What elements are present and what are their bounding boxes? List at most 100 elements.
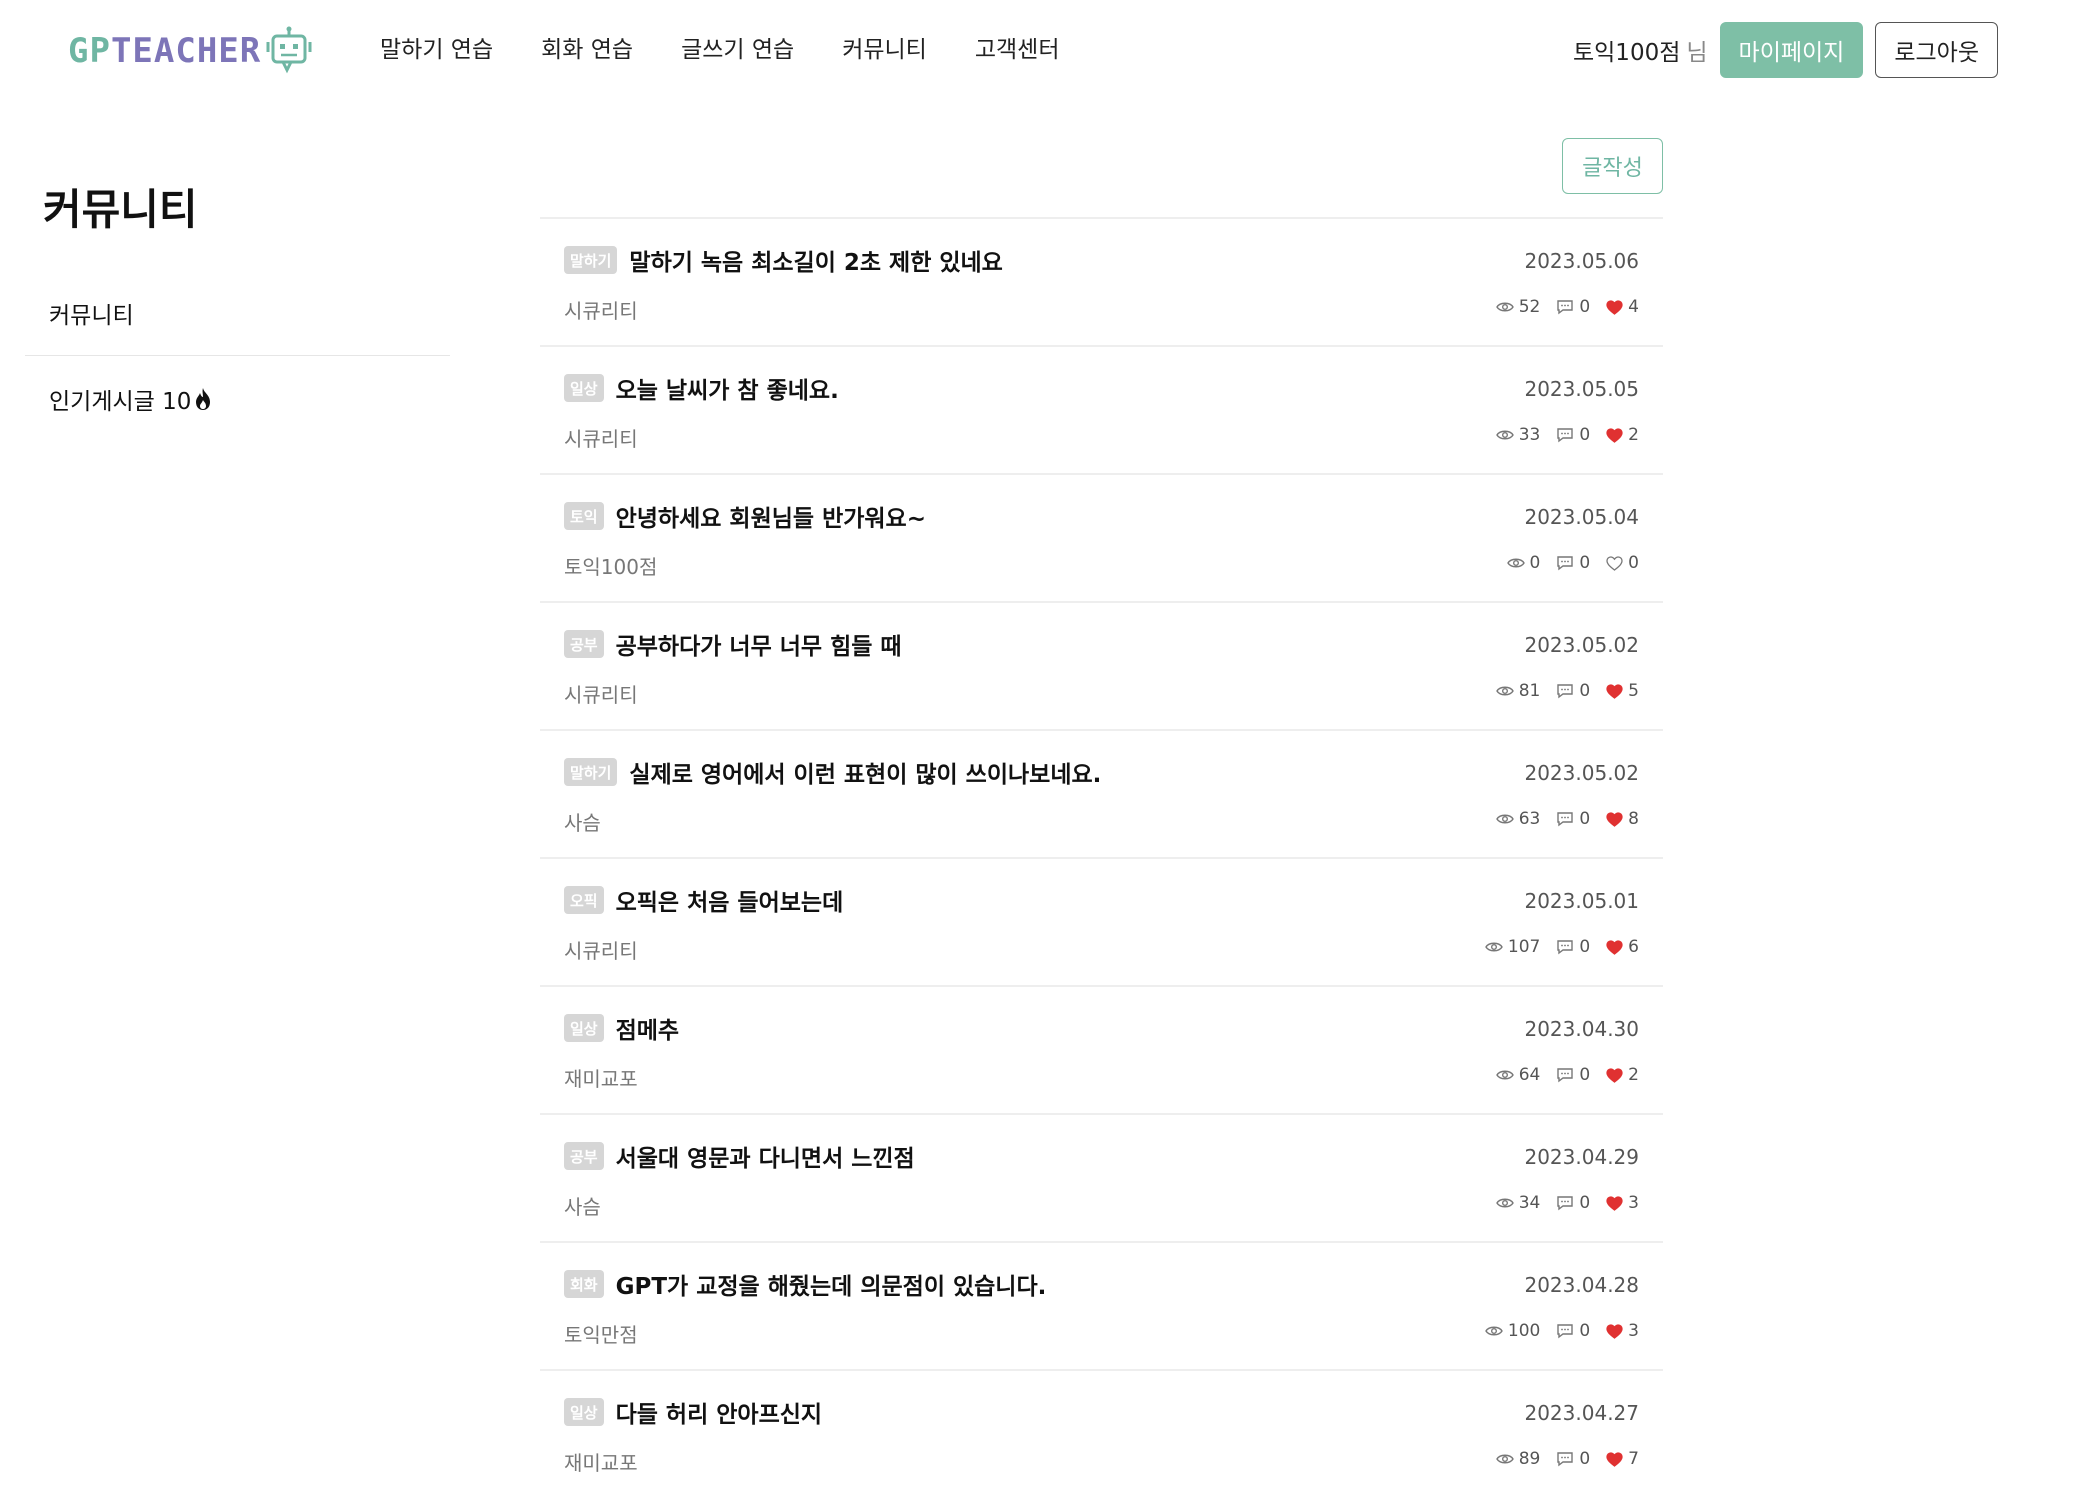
logout-button[interactable]: 로그아웃 bbox=[1875, 22, 1998, 78]
comment-count: 0 bbox=[1556, 425, 1590, 445]
post-title[interactable]: 안녕하세요 회원님들 반가워요~ bbox=[616, 499, 926, 533]
post-title[interactable]: 실제로 영어에서 이런 표현이 많이 쓰이나보네요. bbox=[629, 755, 1101, 789]
post-author: 시큐리티 bbox=[564, 299, 638, 323]
view-count-value: 107 bbox=[1507, 937, 1541, 957]
view-count: 52 bbox=[1495, 297, 1540, 317]
post-author: 재미교포 bbox=[564, 1067, 638, 1091]
comment-count: 0 bbox=[1556, 1193, 1590, 1213]
post-row[interactable]: 공부 서울대 영문과 다니면서 느낀점 2023.04.29 사슴 34 0 3 bbox=[540, 1115, 1663, 1243]
eye-icon bbox=[1495, 1454, 1514, 1464]
post-stats: 0 0 0 bbox=[1491, 553, 1639, 573]
view-count-value: 89 bbox=[1518, 1449, 1541, 1469]
comment-count-value: 0 bbox=[1579, 937, 1591, 957]
comment-count: 0 bbox=[1556, 553, 1590, 573]
post-date: 2023.04.28 bbox=[1524, 1273, 1639, 1297]
like-count[interactable]: 7 bbox=[1606, 1449, 1639, 1469]
sidebar-item-community[interactable]: 커뮤니티 bbox=[25, 270, 450, 356]
like-count-value: 8 bbox=[1628, 809, 1639, 829]
view-count: 33 bbox=[1495, 425, 1541, 445]
post-title[interactable]: 공부하다가 너무 너무 힘들 때 bbox=[616, 627, 902, 661]
comment-icon bbox=[1557, 940, 1574, 955]
post-date: 2023.05.06 bbox=[1524, 249, 1639, 273]
comment-count-value: 0 bbox=[1579, 297, 1591, 317]
view-count-value: 63 bbox=[1518, 809, 1541, 829]
like-count-value: 6 bbox=[1628, 937, 1639, 957]
like-count[interactable]: 6 bbox=[1606, 937, 1639, 957]
nav-conversation-practice[interactable]: 회화 연습 bbox=[541, 30, 633, 70]
user-suffix: 님 bbox=[1686, 40, 1708, 66]
post-title[interactable]: 말하기 녹음 최소길이 2초 제한 있네요 bbox=[629, 243, 1002, 277]
like-count[interactable]: 3 bbox=[1606, 1321, 1639, 1341]
post-title[interactable]: 오늘 날씨가 참 좋네요. bbox=[616, 371, 839, 405]
eye-icon bbox=[1485, 942, 1503, 952]
like-count[interactable]: 8 bbox=[1606, 809, 1639, 829]
like-count-value: 2 bbox=[1628, 425, 1639, 445]
post-stats: 33 0 2 bbox=[1480, 425, 1639, 445]
post-header: 일상 점메추 bbox=[564, 1011, 679, 1045]
main-nav: 말하기 연습 회화 연습 글쓰기 연습 커뮤니티 고객센터 bbox=[380, 30, 1107, 70]
comment-count-value: 0 bbox=[1579, 553, 1591, 573]
like-count[interactable]: 5 bbox=[1606, 681, 1639, 701]
post-row[interactable]: 토익 안녕하세요 회원님들 반가워요~ 2023.05.04 토익100점 0 bbox=[540, 475, 1663, 603]
post-stats: 89 0 7 bbox=[1480, 1449, 1639, 1469]
post-title[interactable]: 서울대 영문과 다니면서 느낀점 bbox=[616, 1139, 915, 1173]
nav-writing-practice[interactable]: 글쓰기 연습 bbox=[681, 30, 794, 70]
post-author: 사슴 bbox=[564, 1195, 601, 1219]
eye-icon bbox=[1495, 1198, 1514, 1208]
post-title[interactable]: 오픽은 처음 들어보는데 bbox=[616, 883, 844, 917]
sidebar-item-popular-posts[interactable]: 인기게시글 10 bbox=[25, 356, 450, 442]
post-date: 2023.05.04 bbox=[1524, 505, 1639, 529]
eye-icon bbox=[1495, 1070, 1514, 1080]
category-badge: 공부 bbox=[564, 630, 604, 658]
post-row[interactable]: 공부 공부하다가 너무 너무 힘들 때 2023.05.02 시큐리티 81 0… bbox=[540, 603, 1663, 731]
eye-icon bbox=[1495, 814, 1514, 824]
mypage-button[interactable]: 마이페이지 bbox=[1719, 22, 1864, 78]
category-badge: 일상 bbox=[564, 1398, 604, 1426]
logo-text: GPTEACHER bbox=[68, 31, 262, 71]
comment-icon bbox=[1557, 1068, 1574, 1083]
comment-count-value: 0 bbox=[1579, 425, 1591, 445]
post-title[interactable]: 다들 허리 안아프신지 bbox=[616, 1395, 822, 1429]
like-count[interactable]: 2 bbox=[1606, 425, 1639, 445]
post-row[interactable]: 말하기 실제로 영어에서 이런 표현이 많이 쓰이나보네요. 2023.05.0… bbox=[540, 731, 1663, 859]
like-count[interactable]: 2 bbox=[1606, 1065, 1639, 1085]
post-header: 공부 공부하다가 너무 너무 힘들 때 bbox=[564, 627, 902, 661]
post-date: 2023.04.29 bbox=[1524, 1145, 1639, 1169]
like-count[interactable]: 0 bbox=[1606, 553, 1639, 573]
like-count[interactable]: 4 bbox=[1606, 297, 1639, 317]
view-count-value: 33 bbox=[1518, 425, 1541, 445]
comment-count-value: 0 bbox=[1579, 681, 1591, 701]
comment-count: 0 bbox=[1556, 681, 1590, 701]
post-title[interactable]: 점메추 bbox=[616, 1011, 679, 1045]
brand-logo[interactable]: GPTEACHER bbox=[68, 24, 313, 78]
post-row[interactable]: 일상 점메추 2023.04.30 재미교포 64 0 2 bbox=[540, 987, 1663, 1115]
post-row[interactable]: 일상 오늘 날씨가 참 좋네요. 2023.05.05 시큐리티 33 0 2 bbox=[540, 347, 1663, 475]
view-count: 64 bbox=[1495, 1065, 1540, 1085]
post-row[interactable]: 말하기 말하기 녹음 최소길이 2초 제한 있네요 2023.05.06 시큐리… bbox=[540, 219, 1663, 347]
nav-speaking-practice[interactable]: 말하기 연습 bbox=[380, 30, 493, 70]
like-count-value: 2 bbox=[1628, 1065, 1639, 1085]
post-header: 말하기 말하기 녹음 최소길이 2초 제한 있네요 bbox=[564, 243, 1003, 277]
nav-community[interactable]: 커뮤니티 bbox=[842, 30, 927, 70]
like-count-value: 3 bbox=[1628, 1321, 1639, 1341]
post-header: 공부 서울대 영문과 다니면서 느낀점 bbox=[564, 1139, 915, 1173]
post-row[interactable]: 일상 다들 허리 안아프신지 2023.04.27 재미교포 89 0 7 bbox=[540, 1371, 1663, 1492]
eye-icon bbox=[1495, 430, 1514, 440]
post-title[interactable]: GPT가 교정을 해줬는데 의문점이 있습니다. bbox=[616, 1267, 1047, 1301]
nav-customer-center[interactable]: 고객센터 bbox=[975, 30, 1060, 70]
eye-icon bbox=[1495, 302, 1514, 312]
category-badge: 일상 bbox=[564, 1014, 604, 1042]
post-row[interactable]: 회화 GPT가 교정을 해줬는데 의문점이 있습니다. 2023.04.28 토… bbox=[540, 1243, 1663, 1371]
fire-icon bbox=[196, 388, 211, 410]
like-count[interactable]: 3 bbox=[1606, 1193, 1639, 1213]
comment-count-value: 0 bbox=[1579, 1321, 1591, 1341]
post-date: 2023.04.30 bbox=[1524, 1017, 1639, 1041]
robot-logo-icon bbox=[266, 26, 312, 74]
post-author: 시큐리티 bbox=[564, 683, 638, 707]
eye-icon bbox=[1506, 558, 1525, 568]
user-area: 토익100점 님 마이페이지 로그아웃 bbox=[1573, 22, 1998, 78]
write-post-button[interactable]: 글작성 bbox=[1562, 138, 1663, 194]
category-badge: 오픽 bbox=[564, 886, 604, 914]
view-count-value: 34 bbox=[1518, 1193, 1541, 1213]
post-row[interactable]: 오픽 오픽은 처음 들어보는데 2023.05.01 시큐리티 107 0 6 bbox=[540, 859, 1663, 987]
